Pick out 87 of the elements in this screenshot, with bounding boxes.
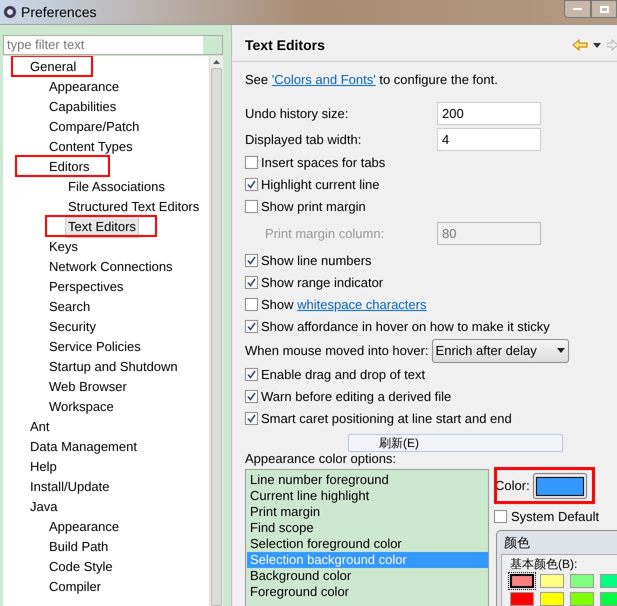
- tree-item[interactable]: Compiler: [46, 576, 104, 598]
- tree-item[interactable]: Install/Update: [27, 476, 112, 498]
- checkbox[interactable]: [245, 276, 258, 289]
- list-item[interactable]: Selection foreground color: [247, 536, 488, 552]
- field-label: Undo history size:: [245, 104, 350, 123]
- checkbox[interactable]: [245, 412, 258, 425]
- checkbox[interactable]: [245, 298, 258, 311]
- intro-text: See 'Colors and Fonts' to configure the font.: [245, 71, 499, 89]
- list-item[interactable]: Foreground color: [247, 584, 488, 600]
- section-label: Appearance color options:: [245, 450, 396, 468]
- dropdown[interactable]: Enrich after delay: [432, 338, 569, 362]
- checkbox[interactable]: [245, 178, 258, 191]
- tree-item[interactable]: Java: [27, 496, 60, 518]
- tree-item[interactable]: Capabilities: [46, 96, 120, 118]
- tree-item[interactable]: Workspace: [46, 396, 117, 418]
- back-arrow-icon[interactable]: [572, 39, 588, 51]
- checkbox-label: System Default: [511, 508, 600, 526]
- tree-item[interactable]: Perspectives: [46, 276, 126, 298]
- field-label: Print margin column:: [265, 224, 386, 243]
- checkbox[interactable]: [245, 200, 258, 213]
- tree-item[interactable]: Build Path: [46, 536, 112, 558]
- color-swatch[interactable]: [570, 592, 594, 606]
- checkbox[interactable]: [494, 510, 507, 524]
- tree-item[interactable]: Security: [46, 316, 99, 338]
- checkbox-label: Show print margin: [261, 198, 366, 216]
- checkbox-label: Highlight current line: [261, 176, 380, 194]
- window-title: Preferences: [21, 2, 96, 22]
- checkbox[interactable]: [245, 390, 258, 403]
- tree-item[interactable]: Appearance: [46, 516, 122, 538]
- color-swatch[interactable]: [600, 574, 617, 588]
- checkbox-label: Show range indicator: [261, 274, 384, 292]
- page-title: Text Editors: [245, 36, 325, 54]
- list-item[interactable]: Print margin: [247, 504, 488, 520]
- checkbox[interactable]: [245, 156, 258, 169]
- tree-item[interactable]: Service Policies: [46, 336, 144, 358]
- color-swatch[interactable]: [510, 592, 534, 606]
- list-item[interactable]: Current line highlight: [247, 488, 488, 504]
- tree-item[interactable]: Editors: [46, 156, 92, 178]
- scroll-up-arrow-icon[interactable]: [213, 60, 220, 64]
- tree-item[interactable]: Code Style: [46, 556, 116, 578]
- color-swatch[interactable]: [600, 592, 617, 606]
- tree-item[interactable]: Content Types: [46, 136, 136, 158]
- color-swatch[interactable]: [510, 574, 534, 588]
- checkbox[interactable]: [245, 254, 258, 267]
- color-swatch[interactable]: [540, 574, 564, 588]
- checkbox-label: Show whitespace characters: [261, 296, 426, 314]
- checkbox-label: Smart caret positioning at line start and end: [261, 410, 512, 428]
- tree-item[interactable]: General: [27, 56, 80, 78]
- scrollbar[interactable]: [209, 56, 223, 606]
- checkbox-label: Warn before editing a derived file: [261, 388, 452, 406]
- input-field[interactable]: 200: [437, 102, 541, 125]
- color-swatch[interactable]: [570, 574, 594, 588]
- checkbox-label: Enable drag and drop of text: [261, 366, 426, 384]
- tree-item[interactable]: Data Management: [27, 436, 140, 458]
- dialog-title: 颜色: [504, 535, 531, 551]
- tree-item[interactable]: File Associations: [65, 176, 168, 198]
- list-item[interactable]: Find scope: [247, 520, 488, 536]
- checkbox-label: Show affordance in hover on how to make it sticky: [261, 318, 550, 336]
- list-item[interactable]: Line number foreground: [247, 472, 488, 488]
- tree-item[interactable]: Appearance: [46, 76, 122, 98]
- checkbox-label: Insert spaces for tabs: [261, 154, 386, 172]
- color-picker-button[interactable]: [532, 473, 587, 499]
- tree-item[interactable]: Structured Text Editors: [65, 196, 202, 218]
- tree-item[interactable]: Network Connections: [46, 256, 176, 278]
- caret-icon[interactable]: [556, 348, 565, 353]
- tree-item[interactable]: Web Browser: [46, 376, 130, 398]
- tree-item[interactable]: Compare/Patch: [46, 116, 142, 138]
- checkbox[interactable]: [245, 368, 258, 381]
- basic-colors-label: 基本颜色(B):: [510, 557, 578, 572]
- checkbox-label: Show line numbers: [261, 252, 372, 270]
- field-label: Displayed tab width:: [245, 130, 362, 149]
- tree-item[interactable]: Ant: [27, 416, 53, 438]
- color-swatch[interactable]: [540, 592, 564, 606]
- maximize-button[interactable]: [591, 0, 617, 18]
- minimize-button[interactable]: [564, 0, 591, 18]
- input-field[interactable]: 4: [437, 128, 541, 151]
- tree-item[interactable]: Keys: [46, 236, 81, 258]
- tree-item[interactable]: Startup and Shutdown: [46, 356, 181, 378]
- tree-item[interactable]: Search: [46, 296, 94, 318]
- checkbox[interactable]: [245, 320, 258, 333]
- tree-item[interactable]: Help: [27, 456, 60, 478]
- colors-fonts-link[interactable]: 'Colors and Fonts': [272, 72, 376, 87]
- caret-icon[interactable]: [593, 42, 601, 48]
- menu-item[interactable]: 刷新(E): [379, 434, 419, 452]
- list-item[interactable]: Background color: [247, 568, 488, 584]
- whitespace-link[interactable]: whitespace characters: [297, 296, 426, 312]
- field-label: When mouse moved into hover:: [245, 342, 429, 360]
